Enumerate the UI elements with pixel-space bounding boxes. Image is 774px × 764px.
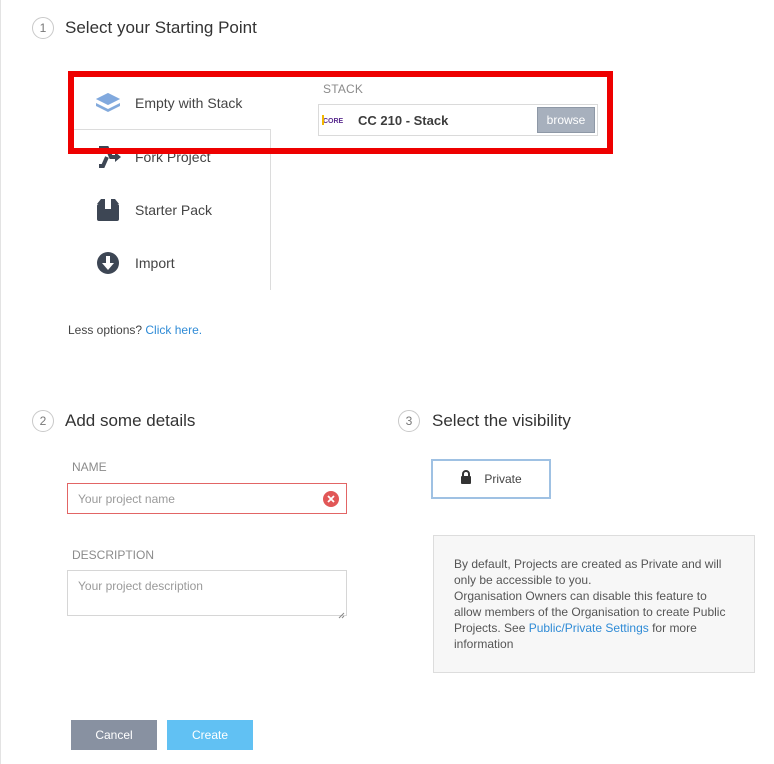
private-visibility-button[interactable]: Private [431, 459, 551, 499]
step-3-indicator: 3 [398, 410, 420, 432]
info-line: Organisation Owners can disable this fea… [454, 589, 707, 603]
cloud-download-icon [94, 249, 122, 277]
stack-name: CC 210 - Stack [358, 112, 449, 128]
lock-icon [460, 469, 472, 489]
info-line: allow members of the Organisation to cre… [454, 605, 726, 619]
public-private-settings-link[interactable]: Public/Private Settings [529, 621, 649, 635]
info-line: only be accessible to you. [454, 573, 592, 587]
project-name-placeholder: Your project name [78, 491, 175, 506]
less-options: Less options? Click here. [68, 323, 202, 337]
svg-text:CORE: CORE [323, 118, 344, 125]
option-fork-project[interactable]: Fork Project [72, 130, 270, 183]
option-starter-pack[interactable]: Starter Pack [72, 183, 270, 236]
page-left-border [0, 0, 1, 764]
option-label: Fork Project [135, 148, 211, 165]
project-name-input[interactable]: Your project name [67, 483, 347, 514]
step-3-title: Select the visibility [432, 411, 571, 430]
starting-point-options: Empty with Stack Fork Project Starter Pa… [72, 76, 272, 290]
resize-grip-icon[interactable] [337, 606, 345, 619]
description-label: DESCRIPTION [72, 548, 155, 562]
step-1-number: 1 [39, 21, 47, 35]
less-options-link[interactable]: Click here. [145, 323, 202, 337]
private-label: Private [484, 472, 522, 486]
step-3-number: 3 [405, 414, 413, 428]
project-description-placeholder: Your project description [78, 579, 203, 593]
project-description-input[interactable]: Your project description [67, 570, 347, 619]
info-line-with-link: Projects. See Public/Private Settings fo… [454, 620, 736, 636]
layers-icon [94, 89, 122, 117]
fork-icon [94, 143, 122, 171]
visibility-info-box: By default, Projects are created as Priv… [433, 535, 755, 673]
box-icon [94, 196, 122, 224]
less-options-text: Less options? [68, 323, 146, 337]
browse-button[interactable]: browse [537, 107, 595, 133]
option-label: Empty with Stack [135, 94, 243, 111]
stack-label: STACK [323, 82, 364, 96]
option-import[interactable]: Import [72, 236, 270, 289]
clear-icon[interactable] [323, 490, 339, 507]
name-label: NAME [72, 460, 107, 474]
stack-selector[interactable]: CORE CC 210 - Stack browse [318, 104, 598, 136]
cancel-button[interactable]: Cancel [71, 720, 157, 750]
step-2-number: 2 [39, 414, 47, 428]
step-1-title: Select your Starting Point [65, 18, 257, 37]
stack-logo: CORE [322, 109, 348, 131]
info-text: for more [648, 621, 697, 635]
options-divider-vertical [270, 129, 271, 290]
info-line: information [454, 637, 514, 651]
create-button[interactable]: Create [167, 720, 253, 750]
step-2-indicator: 2 [32, 410, 54, 432]
option-empty-with-stack[interactable]: Empty with Stack [72, 76, 270, 129]
step-1-indicator: 1 [32, 17, 54, 39]
option-label: Starter Pack [135, 201, 213, 218]
info-line: By default, Projects are created as Priv… [454, 557, 722, 571]
option-label: Import [135, 254, 175, 271]
step-2-title: Add some details [65, 411, 196, 430]
info-text: Projects. See [454, 621, 529, 635]
